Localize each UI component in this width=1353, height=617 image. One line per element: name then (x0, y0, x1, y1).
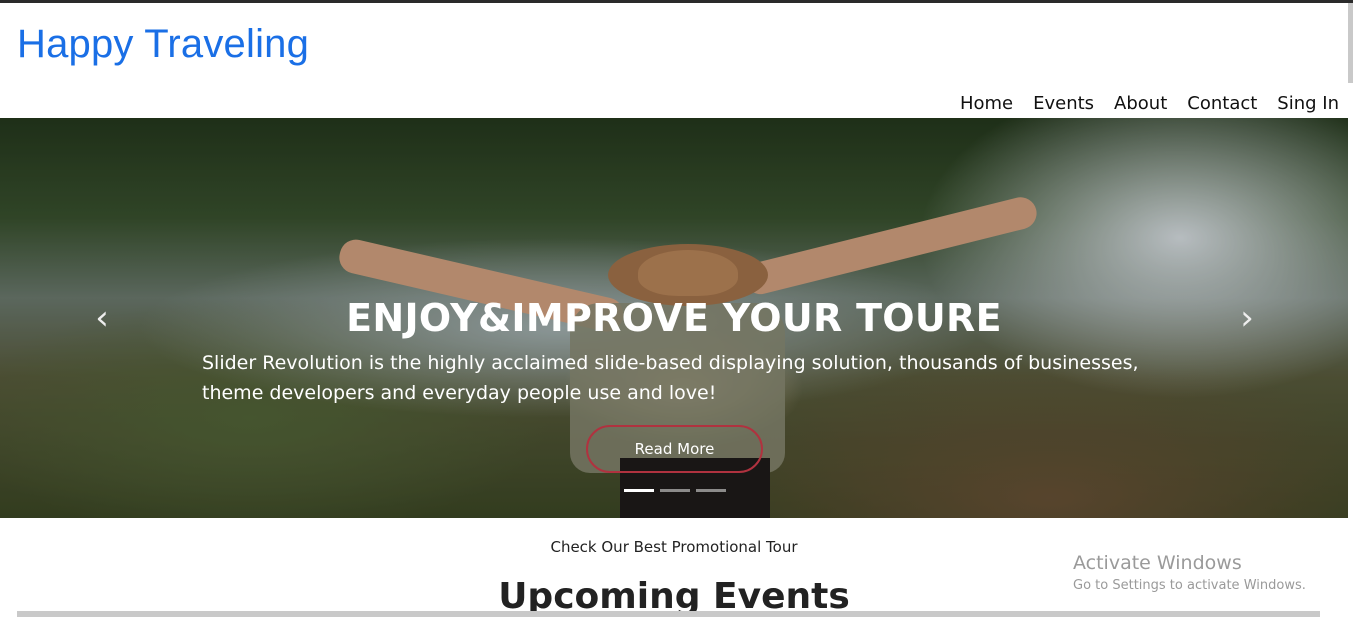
carousel-indicator-3[interactable] (696, 489, 726, 492)
watermark-subtitle: Go to Settings to activate Windows. (1073, 578, 1306, 593)
carousel-indicator-2[interactable] (660, 489, 690, 492)
browser-top-border (0, 0, 1353, 3)
horizontal-scrollbar[interactable] (17, 611, 1320, 617)
site-logo[interactable]: Happy Traveling (17, 22, 309, 67)
carousel-indicators (624, 489, 726, 492)
vertical-scrollbar[interactable] (1348, 3, 1353, 83)
nav-events[interactable]: Events (1023, 93, 1104, 114)
nav-sign-in[interactable]: Sing In (1267, 93, 1339, 114)
hero-title: ENJOY&IMPROVE YOUR TOURE (346, 296, 1002, 340)
nav-about[interactable]: About (1104, 93, 1177, 114)
main-nav: Home Events About Contact Sing In (950, 93, 1339, 114)
read-more-button[interactable]: Read More (586, 425, 763, 473)
nav-home[interactable]: Home (950, 93, 1023, 114)
hero-carousel: ‹ › ENJOY&IMPROVE YOUR TOURE Slider Revo… (0, 118, 1348, 518)
windows-activation-watermark: Activate Windows Go to Settings to activ… (1073, 552, 1306, 593)
carousel-indicator-1[interactable] (624, 489, 654, 492)
nav-contact[interactable]: Contact (1177, 93, 1267, 114)
hero-description: Slider Revolution is the highly acclaime… (202, 352, 1139, 404)
watermark-title: Activate Windows (1073, 552, 1242, 574)
